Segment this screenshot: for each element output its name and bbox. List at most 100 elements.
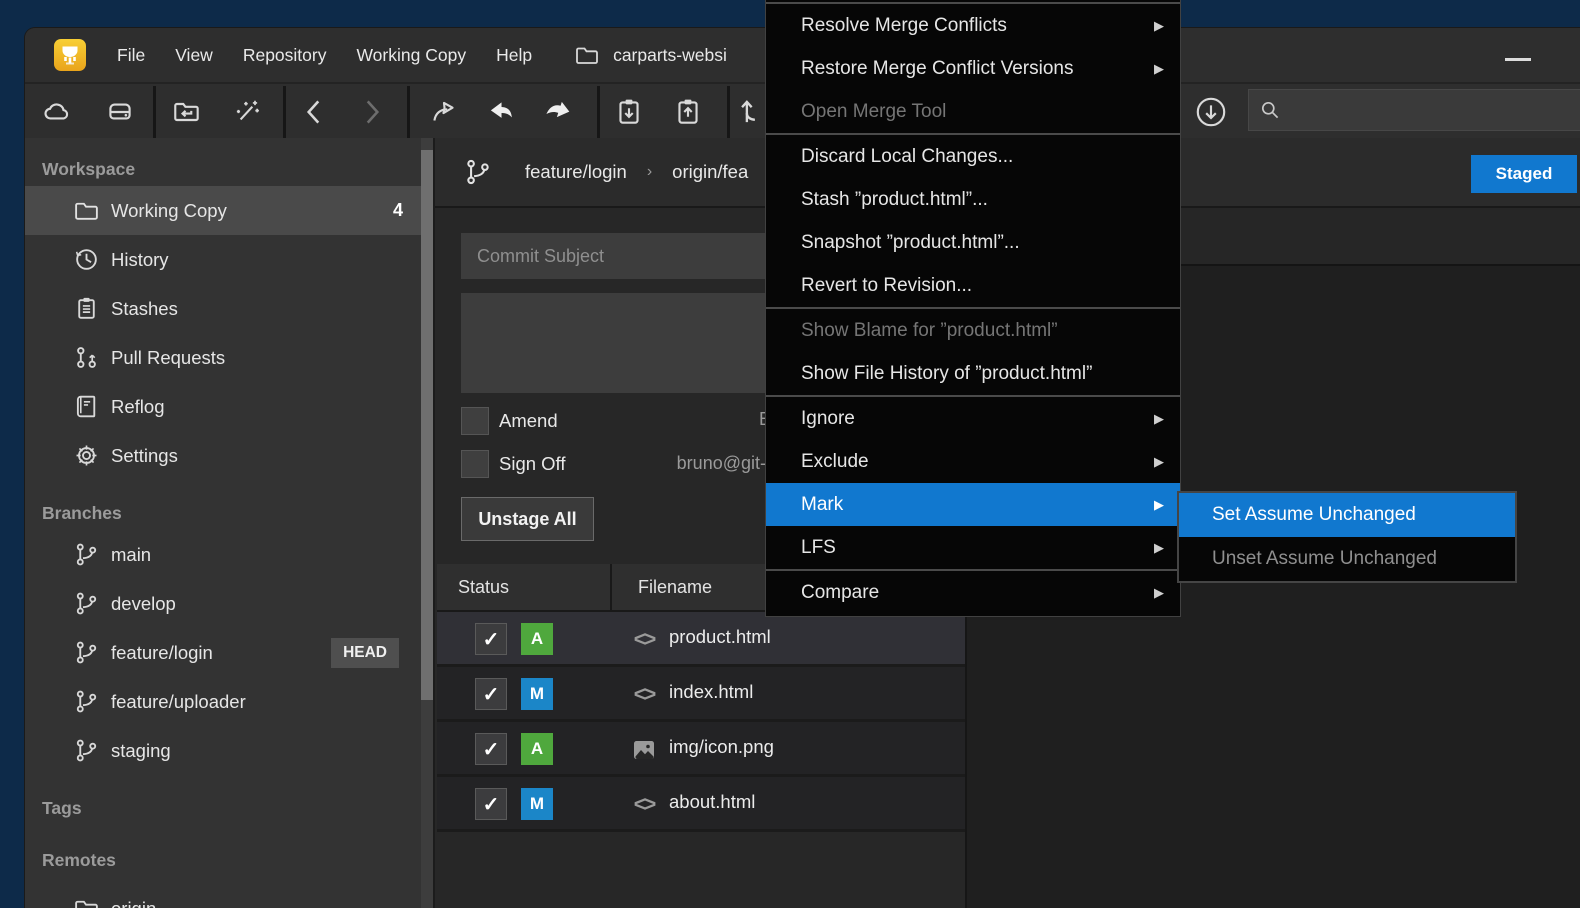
menu-item-open-merge-tool: Open Merge Tool	[766, 90, 1180, 133]
menu-item-show-file-history[interactable]: Show File History of ”product.html”	[766, 352, 1180, 395]
menu-item-mark[interactable]: Mark ▶	[766, 483, 1180, 526]
sidebar-item-history[interactable]: History	[25, 235, 421, 284]
sidebar-branch-develop[interactable]: develop	[25, 579, 421, 628]
image-file-icon	[630, 736, 658, 764]
toolbar-separator	[407, 86, 410, 138]
sidebar-item-working-copy[interactable]: Working Copy 4	[25, 186, 421, 235]
sidebar-item-label: staging	[111, 740, 171, 762]
menu-file[interactable]: File	[117, 45, 145, 66]
file-checkbox[interactable]: ✓	[475, 788, 507, 820]
sidebar-item-reflog[interactable]: Reflog	[25, 382, 421, 431]
sidebar-item-label: History	[111, 249, 169, 271]
amend-row: Amend	[461, 407, 558, 435]
back-chevron-icon[interactable]	[296, 94, 332, 130]
sidebar-item-label: Pull Requests	[111, 347, 225, 369]
sidebar-item-label: Stashes	[111, 298, 178, 320]
pull-request-icon	[73, 344, 100, 371]
folder-icon	[73, 197, 100, 224]
menu-view[interactable]: View	[175, 45, 213, 66]
menu-item-ignore[interactable]: Ignore ▶	[766, 397, 1180, 440]
file-checkbox[interactable]: ✓	[475, 623, 507, 655]
sidebar-item-stashes[interactable]: Stashes	[25, 284, 421, 333]
repo-tab[interactable]: carparts-websi	[574, 42, 727, 68]
sidebar-item-label: Working Copy	[111, 200, 227, 222]
redo-arrow-icon[interactable]	[541, 94, 577, 130]
current-branch[interactable]: feature/login	[525, 161, 627, 183]
menu-item-resolve-merge-conflicts[interactable]: Resolve Merge Conflicts ▶	[766, 4, 1180, 47]
section-header-tags: Tags	[25, 791, 421, 825]
column-header-status[interactable]: Status	[437, 564, 612, 610]
search-input[interactable]	[1289, 100, 1549, 120]
sidebar-branch-feature-login[interactable]: feature/login HEAD	[25, 628, 421, 677]
cloud-icon[interactable]	[39, 94, 75, 130]
menu-item-stash-file[interactable]: Stash ”product.html”...	[766, 178, 1180, 221]
push-arrow-icon[interactable]	[731, 94, 767, 130]
table-row[interactable]: ✓ A img/icon.png	[437, 722, 965, 777]
sidebar-item-label: feature/uploader	[111, 691, 246, 713]
section-header-workspace: Workspace	[25, 152, 421, 186]
context-menu: Resolve Merge Conflicts ▶ Restore Merge …	[765, 0, 1181, 617]
file-checkbox[interactable]: ✓	[475, 733, 507, 765]
file-checkbox[interactable]: ✓	[475, 678, 507, 710]
circle-down-arrow-icon[interactable]	[1193, 94, 1229, 130]
sidebar-item-label: main	[111, 544, 151, 566]
clipboard-down-icon[interactable]	[611, 94, 647, 130]
sidebar-branch-staging[interactable]: staging	[25, 726, 421, 775]
menu-help[interactable]: Help	[496, 45, 532, 66]
table-row[interactable]: ✓ M <> about.html	[437, 777, 965, 832]
amend-checkbox[interactable]	[461, 407, 489, 435]
search-box[interactable]	[1248, 89, 1580, 131]
menu-item-compare[interactable]: Compare ▶	[766, 571, 1180, 614]
menu-item-show-blame: Show Blame for ”product.html”	[766, 309, 1180, 352]
clipboard-up-icon[interactable]	[670, 94, 706, 130]
sidebar-branch-main[interactable]: main	[25, 530, 421, 579]
sidebar-item-label: Reflog	[111, 396, 164, 418]
submenu-arrow-icon: ▶	[1154, 18, 1164, 34]
remote-branch[interactable]: origin/fea	[672, 161, 748, 183]
status-badge-added: A	[521, 733, 553, 765]
signoff-row: Sign Off	[461, 450, 566, 478]
menu-working-copy[interactable]: Working Copy	[356, 45, 466, 66]
table-row[interactable]: ✓ M <> index.html	[437, 667, 965, 722]
submenu-item-set-assume-unchanged[interactable]: Set Assume Unchanged	[1179, 493, 1515, 537]
sidebar-item-settings[interactable]: Settings	[25, 431, 421, 480]
menu-item-discard-local-changes[interactable]: Discard Local Changes...	[766, 135, 1180, 178]
branch-icon	[73, 541, 100, 568]
filename: product.html	[669, 626, 771, 648]
menu-item-restore-merge-conflict-versions[interactable]: Restore Merge Conflict Versions ▶	[766, 47, 1180, 90]
book-icon	[73, 393, 100, 420]
drive-icon[interactable]	[102, 94, 138, 130]
menu-item-lfs[interactable]: LFS ▶	[766, 526, 1180, 569]
table-row[interactable]: ✓ A <> product.html	[437, 612, 965, 667]
branch-icon	[73, 590, 100, 617]
clock-icon	[73, 246, 100, 273]
minimize-button[interactable]	[1505, 58, 1531, 61]
breadcrumb: feature/login › origin/fea	[463, 157, 748, 187]
forward-chevron-icon[interactable]	[354, 94, 390, 130]
signoff-label: Sign Off	[499, 453, 566, 475]
sidebar-branch-feature-uploader[interactable]: feature/uploader	[25, 677, 421, 726]
sidebar-scrollbar[interactable]	[421, 138, 433, 908]
sidebar: Workspace Working Copy 4 History	[25, 138, 433, 908]
magic-wand-icon[interactable]	[229, 94, 265, 130]
head-badge: HEAD	[331, 638, 399, 668]
submenu-arrow-icon: ▶	[1154, 540, 1164, 556]
staged-filter-button[interactable]: Staged	[1471, 155, 1577, 193]
folder-return-icon[interactable]	[169, 94, 205, 130]
mark-submenu: Set Assume Unchanged Unset Assume Unchan…	[1177, 491, 1517, 583]
submenu-item-unset-assume-unchanged[interactable]: Unset Assume Unchanged	[1179, 537, 1515, 581]
sidebar-remote-origin[interactable]: origin	[25, 884, 421, 908]
menu-item-exclude[interactable]: Exclude ▶	[766, 440, 1180, 483]
signoff-checkbox[interactable]	[461, 450, 489, 478]
section-header-branches: Branches	[25, 496, 421, 530]
menu-repository[interactable]: Repository	[243, 45, 327, 66]
status-badge-modified: M	[521, 678, 553, 710]
menu-item-revert-to-revision[interactable]: Revert to Revision...	[766, 264, 1180, 307]
status-badge-modified: M	[521, 788, 553, 820]
unstage-all-button[interactable]: Unstage All	[461, 497, 594, 541]
menu-item-snapshot-file[interactable]: Snapshot ”product.html”...	[766, 221, 1180, 264]
sidebar-scrollbar-thumb[interactable]	[421, 150, 433, 700]
sidebar-item-pull-requests[interactable]: Pull Requests	[25, 333, 421, 382]
undo-arrow-icon[interactable]	[483, 94, 519, 130]
share-arrow-icon[interactable]	[426, 94, 462, 130]
